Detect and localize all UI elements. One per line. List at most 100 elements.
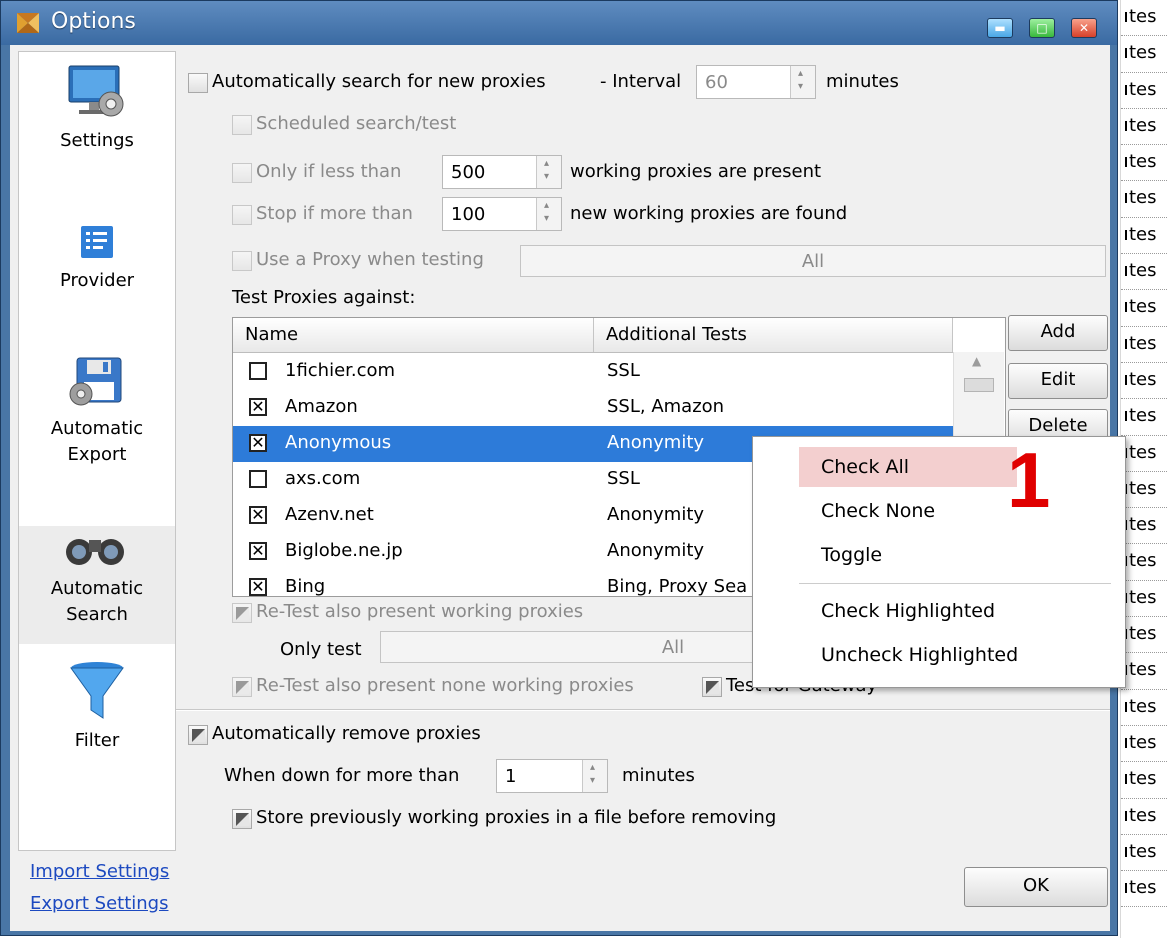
- store-proxies-label: Store previously working proxies in a fi…: [256, 807, 777, 828]
- auto-search-checkbox[interactable]: [188, 73, 208, 93]
- sidebar-item-automatic-export[interactable]: Automatic Export: [19, 354, 175, 494]
- auto-search-label: Automatically search for new proxies: [212, 71, 546, 92]
- binoculars-icon: [66, 539, 124, 565]
- interval-value: 60: [705, 72, 728, 93]
- row-tests: SSL, Amazon: [607, 396, 725, 417]
- spinner-arrows-icon[interactable]: [536, 198, 561, 230]
- only-test-label: Only test: [280, 639, 362, 660]
- only-if-less-suffix: working proxies are present: [570, 161, 822, 182]
- sidebar-item-label: Filter: [74, 730, 120, 751]
- use-proxy-combo-value: All: [801, 251, 825, 272]
- test-gateway-checkbox[interactable]: [702, 677, 722, 697]
- maximize-icon: □: [1036, 21, 1048, 35]
- row-name: Anonymous: [285, 432, 392, 453]
- background-row: tes: [1121, 835, 1168, 872]
- background-row: tes: [1121, 399, 1168, 436]
- settings-icon: [68, 65, 124, 117]
- menu-item-check-highlighted[interactable]: Check Highlighted: [799, 591, 1121, 631]
- sidebar-item-provider[interactable]: Provider: [19, 216, 175, 326]
- store-proxies-checkbox[interactable]: [232, 809, 252, 829]
- stop-if-more-checkbox[interactable]: [232, 205, 252, 225]
- interval-label: - Interval: [600, 71, 682, 92]
- spinner-arrows-icon[interactable]: [536, 156, 561, 188]
- only-if-less-spinner[interactable]: 500: [442, 155, 562, 189]
- retest-working-checkbox[interactable]: [232, 603, 252, 623]
- sidebar-item-label: Provider: [59, 270, 135, 291]
- background-row: tes: [1121, 472, 1168, 509]
- interval-spinner[interactable]: 60: [696, 65, 816, 99]
- background-row: tes: [1121, 181, 1168, 218]
- import-settings-link[interactable]: Import Settings: [30, 861, 169, 882]
- background-row: tes: [1121, 544, 1168, 581]
- scrollbar-thumb[interactable]: [964, 378, 994, 392]
- scheduled-checkbox[interactable]: [232, 115, 252, 135]
- row-name: Biglobe.ne.jp: [285, 540, 403, 561]
- down-for-spinner[interactable]: 1: [496, 759, 608, 793]
- only-if-less-label: Only if less than: [256, 161, 402, 182]
- menu-separator: [799, 583, 1111, 584]
- close-button[interactable]: ✕: [1071, 18, 1097, 38]
- stop-if-more-value: 100: [451, 204, 486, 225]
- auto-remove-label: Automatically remove proxies: [212, 723, 481, 744]
- background-row: tes: [1121, 145, 1168, 182]
- row-name: axs.com: [285, 468, 361, 489]
- table-row[interactable]: 1fichier.com SSL: [233, 354, 953, 390]
- stop-if-more-spinner[interactable]: 100: [442, 197, 562, 231]
- scheduled-label: Scheduled search/test: [256, 113, 457, 134]
- row-checkbox[interactable]: ✕: [249, 578, 267, 596]
- close-icon: ✕: [1078, 21, 1090, 35]
- stop-if-more-label: Stop if more than: [256, 203, 413, 224]
- only-if-less-checkbox[interactable]: [232, 163, 252, 183]
- section-divider: [176, 709, 1110, 711]
- table-row[interactable]: ✕ Amazon SSL, Amazon: [233, 390, 953, 426]
- edit-button[interactable]: Edit: [1008, 363, 1108, 399]
- export-settings-link[interactable]: Export Settings: [30, 893, 168, 914]
- down-for-unit: minutes: [622, 765, 695, 786]
- scroll-up-icon[interactable]: ▲: [972, 354, 981, 368]
- title-bar[interactable]: Options ▬ □ ✕: [1, 1, 1117, 45]
- background-row: tes: [1121, 799, 1168, 835]
- grid-header: Name Additional Tests: [233, 318, 953, 353]
- row-checkbox[interactable]: ✕: [249, 434, 267, 452]
- spinner-arrows-icon[interactable]: [790, 66, 815, 98]
- row-checkbox[interactable]: ✕: [249, 542, 267, 560]
- use-proxy-combo[interactable]: All: [520, 245, 1106, 277]
- column-header-tests[interactable]: Additional Tests: [594, 318, 953, 352]
- row-checkbox[interactable]: [249, 362, 267, 380]
- background-window-list: tes tes tes tes tes tes tes tes tes tes …: [1120, 0, 1168, 938]
- auto-remove-checkbox[interactable]: [188, 725, 208, 745]
- menu-item-check-all[interactable]: Check All: [799, 447, 1017, 487]
- down-for-label: When down for more than: [224, 765, 460, 786]
- menu-item-toggle[interactable]: Toggle: [799, 535, 1017, 575]
- row-name: Amazon: [285, 396, 358, 417]
- row-checkbox[interactable]: ✕: [249, 398, 267, 416]
- ok-button[interactable]: OK: [964, 867, 1108, 907]
- row-checkbox[interactable]: ✕: [249, 506, 267, 524]
- maximize-button[interactable]: □: [1029, 18, 1055, 38]
- background-row: tes: [1121, 617, 1168, 654]
- retest-none-working-checkbox[interactable]: [232, 677, 252, 697]
- row-tests: SSL: [607, 360, 640, 381]
- use-proxy-checkbox[interactable]: [232, 251, 252, 271]
- row-checkbox[interactable]: [249, 470, 267, 488]
- background-row: tes: [1121, 254, 1168, 291]
- menu-item-uncheck-highlighted[interactable]: Uncheck Highlighted: [799, 635, 1121, 675]
- row-tests: Anonymity: [607, 540, 705, 561]
- background-row: tes: [1121, 0, 1168, 37]
- background-row: tes: [1121, 363, 1168, 400]
- sidebar-item-settings[interactable]: Settings: [19, 62, 175, 192]
- minimize-button[interactable]: ▬: [987, 18, 1013, 38]
- row-name: 1fichier.com: [285, 360, 396, 381]
- funnel-icon: [70, 662, 124, 719]
- add-button[interactable]: Add: [1008, 315, 1108, 351]
- down-for-value: 1: [505, 766, 517, 787]
- sidebar-item-automatic-search[interactable]: Automatic Search: [19, 526, 175, 644]
- spinner-arrows-icon[interactable]: [582, 760, 607, 792]
- menu-item-check-none[interactable]: Check None: [799, 491, 1017, 531]
- sidebar-item-filter[interactable]: Filter: [19, 660, 175, 780]
- background-row: tes: [1121, 581, 1168, 618]
- background-row: tes: [1121, 73, 1168, 109]
- sidebar-item-label: Settings: [60, 130, 134, 151]
- row-name: Bing: [285, 576, 326, 597]
- column-header-name[interactable]: Name: [233, 318, 594, 352]
